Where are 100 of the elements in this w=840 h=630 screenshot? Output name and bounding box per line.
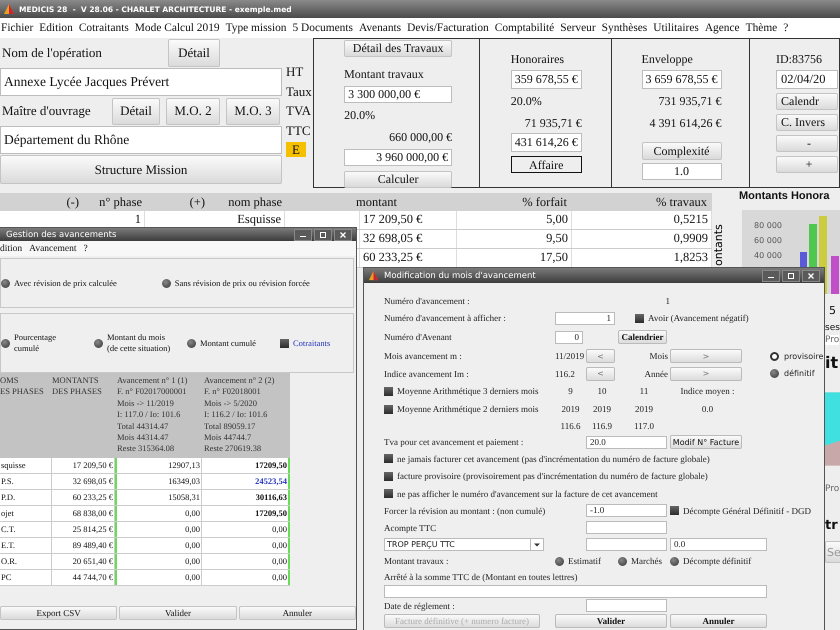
checkbox[interactable] [384, 472, 393, 480]
maximize-button[interactable] [782, 270, 800, 282]
checkbox[interactable] [384, 454, 393, 463]
table-cell[interactable]: 0,00 [202, 570, 290, 585]
radio-button[interactable] [770, 352, 779, 360]
affaire-button[interactable]: Affaire [510, 156, 582, 173]
radio-button[interactable] [162, 278, 171, 288]
checkbox[interactable] [384, 386, 393, 396]
menu-item[interactable]: Fichier [1, 22, 34, 34]
column-header[interactable]: n° phase [82, 194, 145, 210]
calendar-button[interactable]: Calendrier [618, 330, 667, 344]
menu-item[interactable]: Avancement [29, 244, 76, 254]
checkbox[interactable] [670, 506, 679, 515]
table-cell: 17 209,50 € [52, 458, 115, 473]
works-total-field[interactable]: 3 960 000,00 € [344, 149, 452, 166]
menu-item[interactable]: dition [0, 244, 22, 254]
invoice-number-button[interactable]: Modif N° Facture [670, 435, 742, 449]
tab-label[interactable]: ses [825, 323, 840, 333]
input-field[interactable] [586, 599, 667, 612]
checkbox-label: Moyenne Arithmétique 2 derniers mois [397, 404, 538, 414]
radio-button[interactable] [94, 338, 103, 348]
column-header[interactable]: % forfait [400, 194, 570, 210]
works-amount-field[interactable]: 3 300 000,00 € [344, 86, 452, 103]
validate-button[interactable]: Valider [555, 614, 667, 628]
minus-button[interactable]: - [776, 135, 838, 152]
menu-item[interactable]: ? [83, 244, 88, 254]
detail-button[interactable]: Détail [168, 39, 220, 67]
input-field[interactable]: -1.0 [586, 504, 667, 517]
calculate-button[interactable]: Calculer [344, 171, 452, 188]
checkbox[interactable] [280, 338, 289, 348]
column-header[interactable]: (+) [145, 194, 208, 210]
structure-mission-button[interactable]: Structure Mission [0, 155, 282, 184]
minimize-button[interactable] [294, 228, 312, 240]
works-detail-button[interactable]: Détail des Travaux [344, 40, 452, 57]
owner-name-field[interactable]: Département du Rhône [0, 126, 282, 154]
field-label: Acompte TTC [384, 522, 438, 532]
dropdown[interactable]: TROP PERÇU TTC [384, 538, 544, 551]
menu-item[interactable]: ? [783, 22, 788, 34]
menu-item[interactable]: 5 Documents [292, 22, 353, 34]
column-header[interactable]: (-) [0, 194, 82, 210]
menu-item[interactable]: Comptabilité [494, 22, 554, 34]
menu-item[interactable]: Devis/Facturation [407, 22, 489, 34]
radio-button[interactable] [1, 338, 10, 348]
next-button[interactable]: > [670, 349, 742, 363]
column-header[interactable]: nom phase [208, 194, 285, 210]
vat-amount: 71 935,71 € [524, 115, 582, 132]
column-header[interactable]: montant [285, 194, 400, 210]
operation-name-field[interactable]: Annexe Lycée Jacques Prévert [0, 68, 282, 96]
minimize-button[interactable] [762, 270, 780, 282]
complexity-button[interactable]: Complexité [642, 142, 722, 160]
date-field[interactable]: 02/04/20 [776, 70, 838, 89]
column-header[interactable]: % travaux [570, 194, 710, 210]
previous-button[interactable]: < [586, 366, 615, 380]
fees-total-field[interactable]: 431 614,26 € [510, 133, 582, 152]
menu-item[interactable]: Type mission [226, 22, 286, 34]
maximize-button[interactable] [314, 228, 332, 240]
input-field[interactable]: 0.0 [670, 538, 767, 551]
calendar-button[interactable]: Calendr [776, 93, 838, 110]
budget-amount-field[interactable]: 3 659 678,55 € [642, 70, 722, 89]
owner-button[interactable]: Détail [112, 98, 160, 124]
owner-button[interactable]: M.O. 3 [226, 98, 280, 124]
fees-amount-field[interactable]: 359 678,55 € [510, 70, 582, 89]
input-field[interactable]: 0 [555, 330, 583, 344]
radio-button[interactable] [670, 556, 679, 566]
menu-item[interactable]: Thème [746, 22, 778, 34]
checkbox[interactable] [384, 404, 393, 414]
close-button[interactable] [334, 228, 352, 240]
radio-button[interactable] [1, 278, 10, 288]
menu-item[interactable]: Agence [704, 22, 740, 34]
radio-button[interactable] [187, 338, 196, 348]
close-button[interactable] [802, 270, 820, 282]
complexity-field[interactable]: 1.0 [642, 163, 722, 180]
checkbox[interactable] [635, 314, 644, 322]
input-field[interactable]: 20.0 [586, 436, 667, 448]
previous-button[interactable]: < [586, 349, 615, 363]
table-cell[interactable]: 0,00 [115, 570, 202, 585]
inverse-button[interactable]: C. Invers [776, 114, 838, 131]
radio-button[interactable] [618, 556, 627, 566]
menu-item[interactable]: Serveur [560, 22, 596, 34]
cancel-button[interactable]: Annuler [670, 614, 767, 628]
menu-item[interactable]: Utilitaires [653, 22, 699, 34]
input-field[interactable] [586, 521, 667, 534]
dialog-button[interactable]: Export CSV [0, 606, 118, 620]
radio-button[interactable] [770, 369, 779, 378]
column-header: Avancement n° 1 (1) F. n° F02017000001 Mois -> 11/2019 I: 117.0 / Io: 101.6 Total 44314.47 Mois 44314.47 Reste 315364.08 [116, 375, 189, 456]
input-field[interactable] [384, 584, 767, 598]
dialog-button[interactable]: Valider [119, 606, 237, 620]
menu-item[interactable]: Synthèses [602, 22, 648, 34]
radio-button[interactable] [555, 556, 564, 566]
input-field[interactable]: 1 [555, 312, 615, 324]
dialog-button[interactable]: Annuler [238, 606, 356, 620]
plus-button[interactable]: + [776, 156, 838, 173]
owner-button[interactable]: M.O. 2 [166, 98, 220, 124]
input-field[interactable] [586, 538, 667, 551]
checkbox[interactable] [384, 489, 393, 498]
menu-item[interactable]: Edition [39, 22, 73, 34]
menu-item[interactable]: Avenants [358, 22, 402, 34]
menu-item[interactable]: Cotraitants [78, 22, 129, 34]
next-button[interactable]: > [670, 366, 742, 380]
menu-item[interactable]: Mode Calcul 2019 [134, 22, 220, 34]
